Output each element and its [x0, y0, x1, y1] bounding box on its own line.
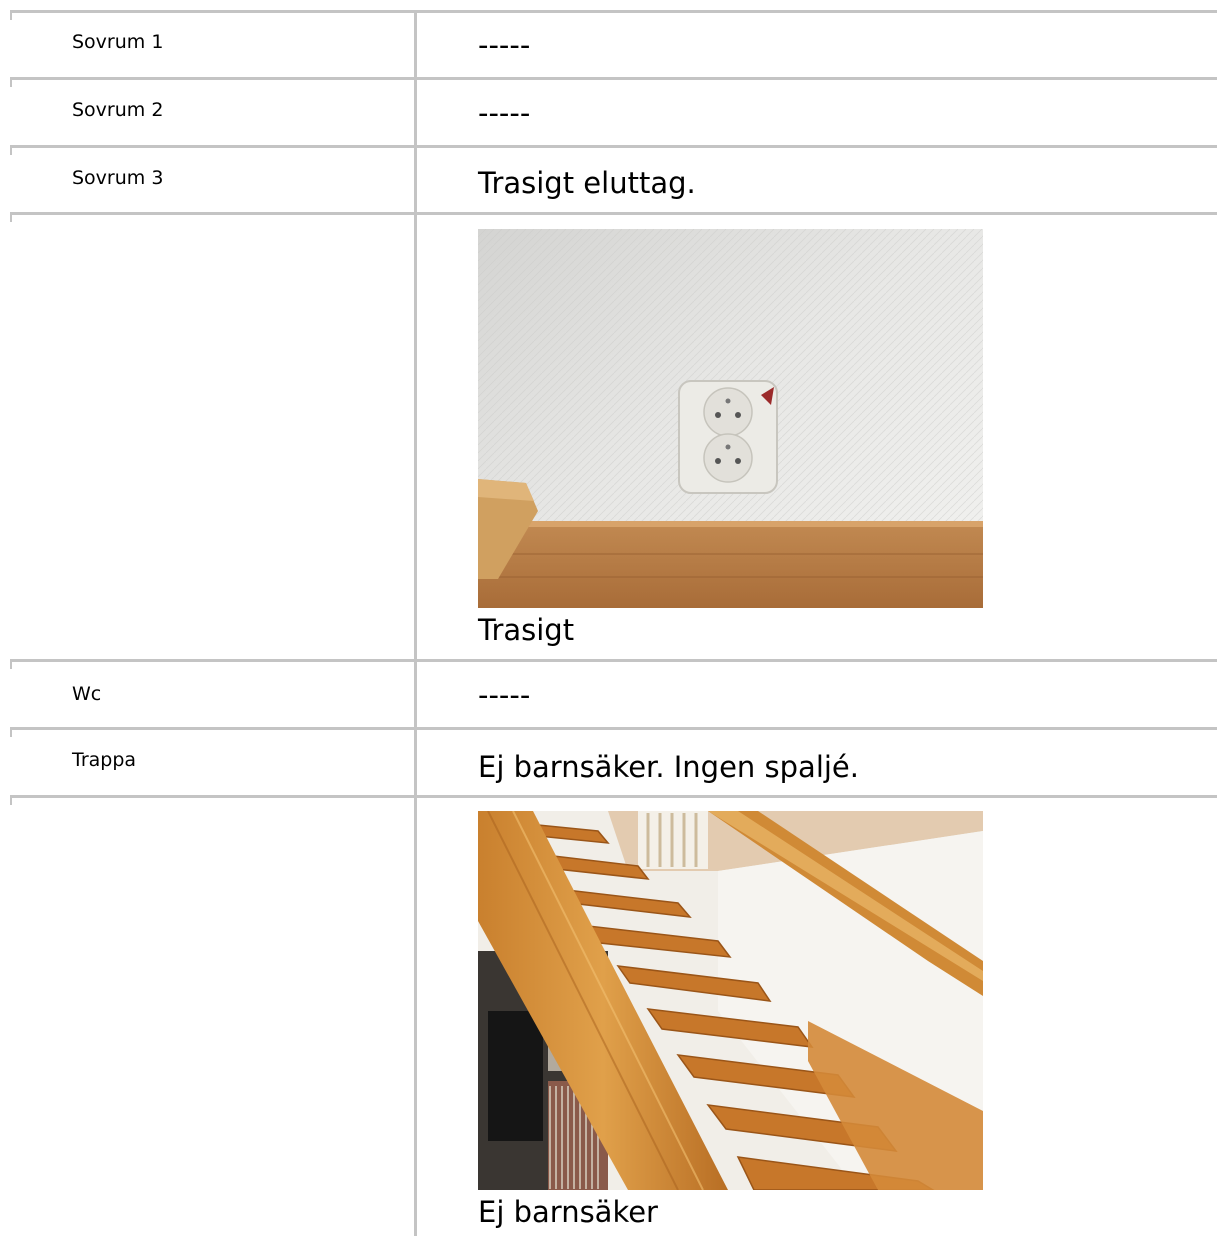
row-divider: [10, 145, 1217, 155]
room-note-sovrum-2: -----: [478, 96, 531, 130]
room-label-sovrum-2: Sovrum 2: [72, 99, 164, 121]
row-divider: [10, 77, 1217, 87]
room-note-wc: -----: [478, 678, 531, 712]
room-label-sovrum-3: Sovrum 3: [72, 167, 164, 189]
row-divider: [10, 212, 1217, 222]
room-note-trappa: Ej barnsäker. Ingen spaljé.: [478, 750, 859, 784]
column-divider: [414, 10, 417, 1236]
row-divider: [10, 795, 1217, 805]
photo-caption: Trasigt: [478, 613, 575, 647]
staircase-photo: [478, 811, 983, 1190]
room-note-sovrum-1: -----: [478, 28, 531, 62]
photo-caption: Ej barnsäker: [478, 1195, 658, 1229]
row-divider: [10, 659, 1217, 669]
row-divider: [10, 10, 1217, 20]
room-label-trappa: Trappa: [72, 749, 137, 771]
room-label-sovrum-1: Sovrum 1: [72, 31, 164, 53]
room-note-sovrum-3: Trasigt eluttag.: [478, 166, 696, 200]
room-label-wc: Wc: [72, 683, 102, 705]
broken-outlet-photo: [478, 229, 983, 608]
row-divider: [10, 727, 1217, 737]
